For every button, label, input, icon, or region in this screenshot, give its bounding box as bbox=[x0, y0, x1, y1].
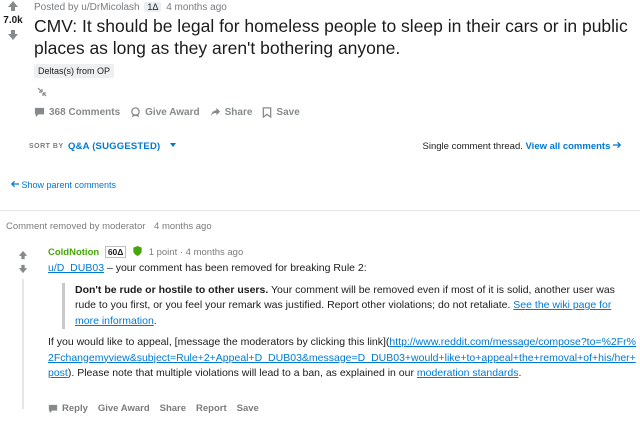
sort-dropdown[interactable]: Q&A (SUGGESTED) bbox=[68, 141, 177, 152]
moderator-shield-icon bbox=[133, 246, 142, 256]
post-flair[interactable]: Deltas(s) from OP bbox=[34, 64, 115, 78]
comment-author-link[interactable]: ColdNotion bbox=[48, 247, 99, 258]
posted-by-label: Posted by bbox=[34, 2, 79, 13]
collapse-expand-icon[interactable] bbox=[36, 86, 48, 98]
view-all-comments-link[interactable]: View all comments bbox=[526, 141, 622, 152]
comment-icon bbox=[48, 404, 58, 413]
comments-label: 368 Comments bbox=[49, 107, 121, 118]
give-award-label: Give Award bbox=[145, 107, 200, 118]
save-label: Save bbox=[276, 107, 300, 118]
mentioned-user-link[interactable]: u/D_DUB03 bbox=[48, 262, 104, 274]
share-icon bbox=[210, 107, 220, 117]
bookmark-icon bbox=[263, 107, 272, 118]
post-award-badge: 1Δ bbox=[144, 2, 162, 12]
comment-share-button[interactable]: Share bbox=[160, 403, 186, 414]
single-thread-text: Single comment thread. bbox=[422, 141, 523, 152]
post-time: 4 months ago bbox=[166, 2, 227, 13]
thread-line[interactable] bbox=[22, 279, 24, 409]
save-button[interactable]: Save bbox=[262, 107, 300, 118]
comments-button[interactable]: 368 Comments bbox=[34, 107, 120, 118]
comment-points: 1 point bbox=[148, 247, 178, 258]
upvote-icon[interactable] bbox=[18, 250, 28, 260]
appeal-paragraph: If you would like to appeal, [message th… bbox=[48, 336, 636, 379]
downvote-icon[interactable] bbox=[18, 264, 28, 274]
comment-give-award-button[interactable]: Give Award bbox=[98, 403, 150, 414]
comment-save-button[interactable]: Save bbox=[237, 403, 259, 414]
share-button[interactable]: Share bbox=[210, 107, 253, 118]
post-author-link[interactable]: u/DrMicolash bbox=[81, 2, 139, 13]
post-score: 7.0k bbox=[3, 15, 23, 26]
post-meta: Posted by u/DrMicolash 1Δ 4 months ago bbox=[34, 2, 227, 13]
delta-badge: 60Δ bbox=[104, 246, 127, 258]
chevron-down-icon bbox=[170, 143, 177, 147]
rule-quote: Don't be rude or hostile to other users.… bbox=[62, 282, 636, 329]
post-title: CMV: It should be legal for homeless peo… bbox=[34, 16, 628, 58]
share-label: Share bbox=[224, 107, 253, 118]
post-vote-column: 7.0k bbox=[0, 0, 26, 41]
comment-vote-column bbox=[16, 250, 30, 274]
arrow-left-icon bbox=[10, 180, 19, 188]
comment-icon bbox=[34, 107, 45, 118]
comment-actions-bar: Reply Give Award Share Report Save bbox=[48, 403, 259, 414]
thread-info: Single comment thread. View all comments bbox=[423, 141, 622, 152]
sort-value: Q&A (SUGGESTED) bbox=[68, 141, 161, 152]
sort-by-label: SORT BY bbox=[29, 143, 64, 150]
give-award-button[interactable]: Give Award bbox=[130, 107, 200, 118]
reply-button[interactable]: Reply bbox=[48, 403, 88, 414]
downvote-icon[interactable] bbox=[7, 29, 19, 41]
rule-title: Don't be rude or hostile to other users. bbox=[75, 283, 269, 296]
comment-time: 4 months ago bbox=[185, 247, 244, 258]
post-actions-bar: 368 Comments Give Award Share Save bbox=[34, 107, 300, 118]
section-divider bbox=[0, 210, 640, 211]
comment-report-button[interactable]: Report bbox=[196, 403, 227, 414]
arrow-right-icon bbox=[613, 141, 622, 149]
removed-comment-note: Comment removed by moderator 4 months ag… bbox=[6, 221, 212, 232]
upvote-icon[interactable] bbox=[7, 0, 19, 12]
award-icon bbox=[131, 107, 140, 118]
show-parent-comments-link[interactable]: Show parent comments bbox=[10, 180, 116, 190]
comment-header: ColdNotion 60Δ 1 point · 4 months ago bbox=[48, 246, 244, 258]
comment-body: u/D_DUB03 – your comment has been remove… bbox=[48, 261, 636, 388]
moderation-standards-link[interactable]: moderation standards bbox=[417, 367, 519, 379]
